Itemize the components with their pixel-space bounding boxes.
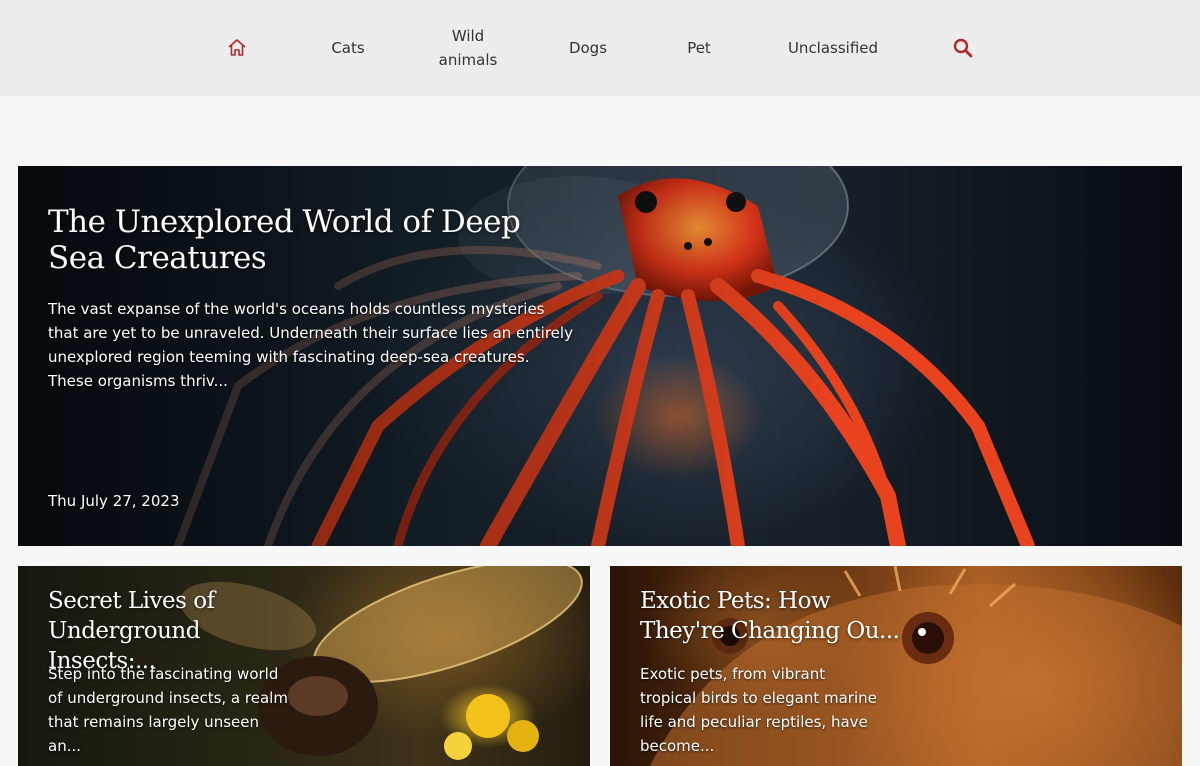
exotic-pets-article-excerpt: Exotic pets, from vibrant tropical birds… — [640, 665, 877, 755]
nav-pet-link[interactable]: Pet — [679, 0, 719, 96]
nav-dogs-link[interactable]: Dogs — [558, 0, 618, 96]
nav-cats-link[interactable]: Cats — [318, 0, 378, 96]
article-card-insects[interactable]: Secret Lives of Underground Insects:... … — [18, 566, 590, 766]
exotic-pets-article-title[interactable]: Exotic Pets: How They're Changing Ou... — [640, 586, 900, 646]
nav-wild-label-line1: Wild — [451, 27, 485, 45]
nav-pet-label: Pet — [687, 39, 711, 57]
top-navigation: Cats Wild animals Dogs Pet Unclassified — [0, 0, 1200, 96]
article-card-exotic-pets[interactable]: Exotic Pets: How They're Changing Ou... … — [610, 566, 1182, 766]
nav-wild-label-line2: animals — [438, 51, 498, 69]
nav-dogs-label: Dogs — [568, 39, 608, 57]
featured-article-excerpt: The vast expanse of the world's oceans h… — [48, 300, 573, 390]
search-button[interactable] — [948, 0, 978, 96]
nav-unclassified-label: Unclassified — [787, 39, 879, 57]
nav-unclassified-link[interactable]: Unclassified — [778, 0, 888, 96]
featured-article-card[interactable]: The Unexplored World of Deep Sea Creatur… — [18, 166, 1182, 546]
home-icon — [228, 39, 246, 56]
nav-home-link[interactable] — [222, 0, 252, 96]
insects-article-excerpt: Step into the fascinating world of under… — [48, 665, 288, 755]
nav-wild-animals-link[interactable]: Wild animals — [428, 0, 508, 96]
featured-article-title[interactable]: The Unexplored World of Deep Sea Creatur… — [48, 204, 568, 276]
nav-cats-label: Cats — [331, 39, 365, 57]
search-icon — [953, 38, 973, 58]
featured-article-date: Thu July 27, 2023 — [48, 492, 180, 510]
